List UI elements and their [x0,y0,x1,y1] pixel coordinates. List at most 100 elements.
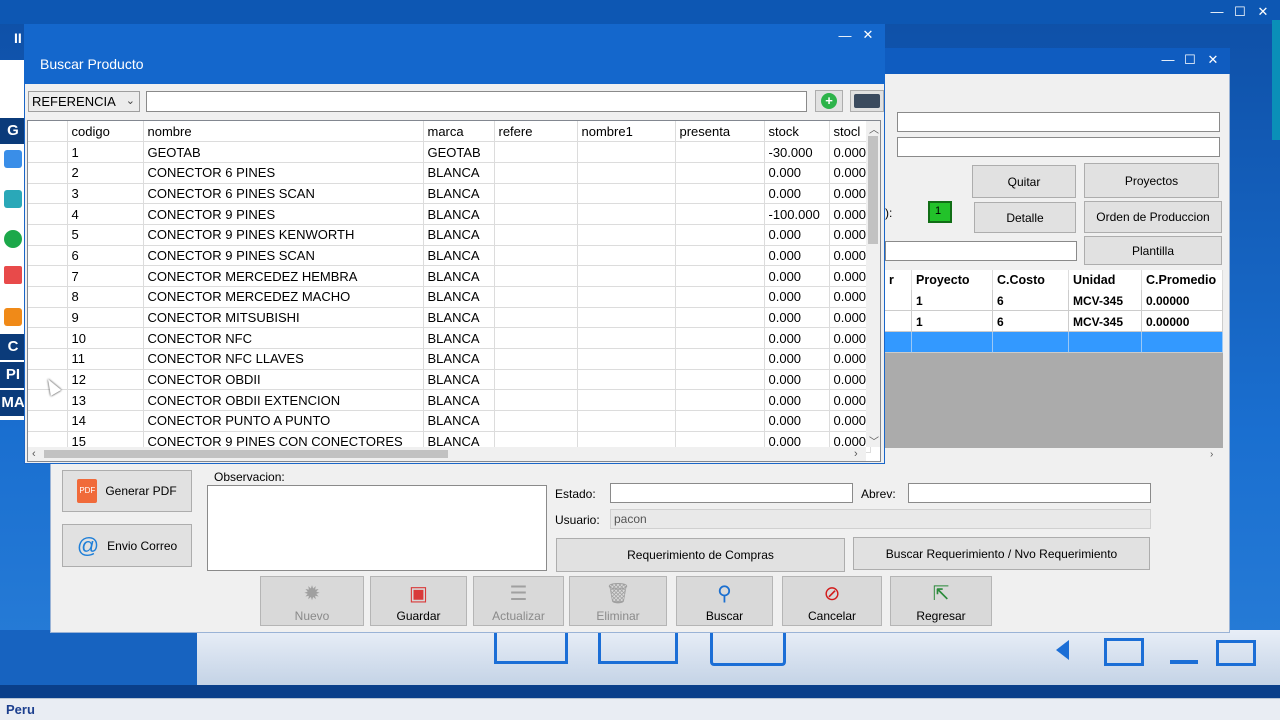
app-icon[interactable] [4,266,22,284]
product-cell[interactable]: 13 [67,389,144,412]
column-header[interactable]: refere [494,121,578,143]
regresar-button[interactable]: ⇱ Regresar [890,576,992,626]
column-header[interactable]: presenta [675,121,765,143]
product-cell[interactable] [577,410,676,432]
window-icon[interactable] [1104,638,1144,666]
product-cell[interactable] [577,327,676,350]
product-cell[interactable]: CONECTOR 9 PINES [143,203,424,225]
row-header[interactable] [28,410,68,432]
product-row[interactable]: 7 CONECTOR MERCEDEZ HEMBRA BLANCA 0.000 0.00… [28,265,872,287]
product-cell[interactable] [577,203,676,225]
product-row[interactable]: 2 CONECTOR 6 PINES BLANCA 0.000 0.000 [28,162,872,184]
main-form-field[interactable] [897,137,1220,157]
requerimiento-compras-button[interactable]: Requerimiento de Compras [556,538,845,572]
main-form-maximize-button[interactable]: ☐ [1179,50,1201,70]
product-cell[interactable] [675,348,765,370]
product-row[interactable]: 13 CONECTOR OBDII EXTENCION BLANCA 0.000 0.0… [28,389,872,412]
product-cell[interactable]: 5 [67,224,144,246]
main-form-close-button[interactable]: ✕ [1202,50,1224,70]
product-cell[interactable] [494,224,578,246]
abrev-field[interactable] [908,483,1151,503]
detail-grid-cell[interactable]: MCV-345 [1069,311,1142,332]
product-cell[interactable] [577,224,676,246]
product-cell[interactable]: 0.000 [764,307,830,329]
product-cell[interactable]: 0.000 [764,162,830,184]
product-cell[interactable] [577,183,676,205]
estado-field[interactable] [610,483,853,503]
detalle-button[interactable]: Detalle [974,202,1076,233]
product-cell[interactable]: CONECTOR OBDII EXTENCION [143,389,424,412]
dialog-close-button[interactable]: ✕ [857,25,879,45]
row-header[interactable] [28,203,68,225]
product-cell[interactable]: BLANCA [423,389,495,412]
product-cell[interactable]: 0.000 [829,162,872,184]
product-cell[interactable] [577,307,676,329]
product-cell[interactable] [675,389,765,412]
nuevo-button[interactable]: ✹ Nuevo [260,576,364,626]
product-cell[interactable]: -30.000 [764,141,830,163]
product-cell[interactable]: 0.000 [829,327,872,350]
column-header[interactable]: marca [423,121,495,143]
product-cell[interactable]: BLANCA [423,224,495,246]
product-cell[interactable]: CONECTOR MERCEDEZ MACHO [143,286,424,308]
guardar-button[interactable]: ▣ Guardar [370,576,467,626]
product-row[interactable]: 11 CONECTOR NFC LLAVES BLANCA 0.000 0.000 [28,348,872,370]
product-row[interactable]: 4 CONECTOR 9 PINES BLANCA -100.000 0.000 [28,203,872,225]
product-cell[interactable] [675,410,765,432]
product-cell[interactable]: 0.000 [829,203,872,225]
row-header[interactable] [28,245,68,267]
product-cell[interactable] [494,245,578,267]
scroll-right-icon[interactable]: › [854,448,858,460]
eliminar-button[interactable]: 🗑 Eliminar [569,576,667,626]
product-cell[interactable] [577,245,676,267]
product-cell[interactable] [494,307,578,329]
product-cell[interactable] [675,265,765,287]
scroll-right-icon[interactable]: › [1210,449,1213,460]
left-strip-item[interactable]: G [0,118,26,144]
product-cell[interactable]: 0.000 [829,141,872,163]
product-cell[interactable]: 0.000 [764,369,830,391]
main-form-field[interactable] [897,112,1220,132]
product-cell[interactable] [675,162,765,184]
product-cell[interactable]: GEOTAB [423,141,495,163]
add-button[interactable]: + [815,90,843,112]
product-cell[interactable]: BLANCA [423,245,495,267]
product-cell[interactable] [577,141,676,163]
left-strip-item[interactable]: PI [0,362,26,388]
row-header[interactable] [28,265,68,287]
scroll-up-icon[interactable]: ︿ [869,121,879,136]
product-cell[interactable]: 0.000 [764,410,830,432]
product-cell[interactable] [494,389,578,412]
product-cell[interactable] [675,141,765,163]
column-header[interactable]: nombre1 [577,121,676,143]
product-cell[interactable]: CONECTOR 6 PINES [143,162,424,184]
product-cell[interactable] [675,369,765,391]
proyectos-button[interactable]: Proyectos [1084,163,1219,198]
detail-grid-cell[interactable]: 1 [912,290,993,311]
product-row[interactable]: 6 CONECTOR 9 PINES SCAN BLANCA 0.000 0.000 [28,245,872,267]
cancelar-button[interactable]: ⊘ Cancelar [782,576,882,626]
row-header[interactable] [28,307,68,329]
product-cell[interactable]: 6 [67,245,144,267]
product-cell[interactable]: CONECTOR OBDII [143,369,424,391]
detail-grid-cell[interactable]: 1 [912,311,993,332]
orden-produccion-button[interactable]: Orden de Produccion [1084,201,1222,233]
product-row[interactable]: 8 CONECTOR MERCEDEZ MACHO BLANCA 0.000 0.000 [28,286,872,308]
minimize-icon[interactable] [1170,660,1198,664]
envio-correo-button[interactable]: @ Envio Correo [62,524,192,567]
left-strip-item[interactable]: C [0,334,26,360]
detail-grid-selected-cell[interactable] [912,332,993,353]
product-cell[interactable] [675,183,765,205]
product-cell[interactable]: BLANCA [423,327,495,350]
product-cell[interactable]: CONECTOR PUNTO A PUNTO [143,410,424,432]
row-header[interactable] [28,389,68,412]
product-cell[interactable]: 0.000 [829,224,872,246]
detail-grid-cell[interactable]: 0.00000 [1142,290,1223,311]
product-cell[interactable]: 2 [67,162,144,184]
product-cell[interactable]: 0.000 [764,224,830,246]
buscar-requerimiento-button[interactable]: Buscar Requerimiento / Nvo Requerimiento [853,537,1150,570]
product-cell[interactable]: 3 [67,183,144,205]
product-cell[interactable] [494,410,578,432]
product-cell[interactable]: BLANCA [423,265,495,287]
product-cell[interactable]: 0.000 [829,307,872,329]
